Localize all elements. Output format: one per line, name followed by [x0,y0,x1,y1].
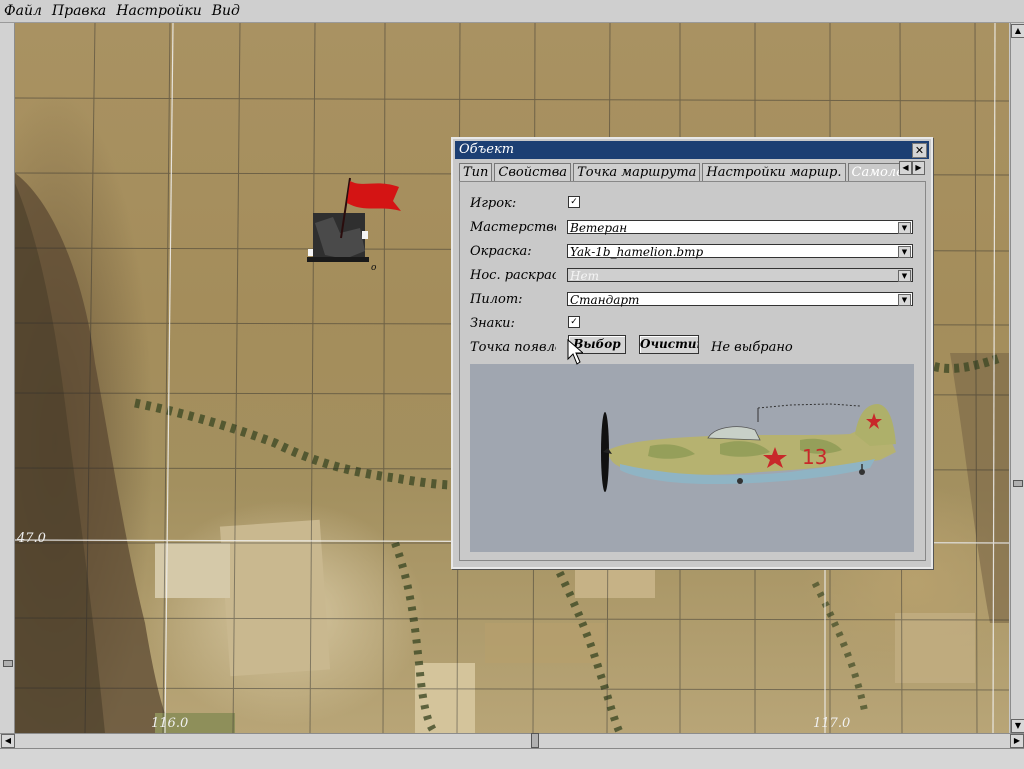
tab-route-settings[interactable]: Настройки маршр. [702,163,846,181]
tab-waypoint[interactable]: Точка маршрута [573,163,701,181]
aircraft-panel: Игрок: ✓ Мастерство: Ветеран ▼ Окраска: … [459,181,926,561]
player-checkbox[interactable]: ✓ [568,196,580,208]
scroll-left-arrow-icon[interactable]: ◀ [1,734,15,748]
object-dialog: Объект ✕ Тип Свойства Точка маршрута Нас… [451,137,933,569]
skill-value: Ветеран [570,221,628,235]
vertical-scroll-thumb-right[interactable] [1013,480,1023,487]
tail-number: 13 [802,445,827,469]
player-label: Игрок: [470,196,517,211]
grid-label-116: 116.0 [151,716,189,731]
nose-art-label: Нос. раскраска: [470,268,556,283]
menu-bar: Файл Правка Настройки Вид [0,0,1024,23]
scroll-up-arrow-icon[interactable]: ▲ [1011,24,1024,38]
horizontal-scroll-thumb[interactable] [531,733,539,748]
mouse-cursor-icon [567,339,583,365]
tab-type[interactable]: Тип [459,163,493,181]
svg-text:o: o [371,263,377,273]
vertical-scroll-thumb-left[interactable] [3,660,13,667]
close-icon[interactable]: ✕ [912,143,927,158]
aircraft-preview: 13 [470,364,914,552]
ground-object-icon [307,213,369,262]
menu-view[interactable]: Вид [212,3,240,19]
paint-value: Yak-1b_hamelion.bmp [570,245,704,259]
paint-select[interactable]: Yak-1b_hamelion.bmp ▼ [567,244,913,259]
scroll-right-arrow-icon[interactable]: ▶ [1010,734,1024,748]
vertical-scrollbar-left[interactable] [0,23,15,733]
chevron-down-icon[interactable]: ▼ [898,246,911,258]
menu-edit[interactable]: Правка [52,3,106,19]
paint-label: Окраска: [470,244,532,259]
chevron-down-icon: ▼ [898,270,911,282]
nose-art-value: Нет [570,269,599,283]
chevron-down-icon[interactable]: ▼ [898,222,911,234]
tab-scroll-left-icon[interactable]: ◀ [899,161,912,175]
status-bar [0,748,1024,769]
dialog-titlebar[interactable]: Объект ✕ [455,141,929,159]
pilot-select[interactable]: Стандарт ▼ [567,292,913,307]
grid-label-47: 47.0 [17,531,46,546]
spawn-point-label: Точка появления: [470,340,556,355]
clear-button[interactable]: Очистить [639,335,699,354]
pilot-value: Стандарт [570,293,640,307]
skill-label: Мастерство: [470,220,556,235]
scroll-down-arrow-icon[interactable]: ▼ [1011,719,1024,733]
pilot-label: Пилот: [470,292,523,307]
tab-aircraft[interactable]: Самолет [847,163,899,181]
menu-settings[interactable]: Настройки [116,3,201,19]
horizontal-scrollbar[interactable] [0,733,1024,748]
yak-aircraft-image: 13 [601,403,896,492]
grid-label-117: 117.0 [813,716,851,731]
vertical-scrollbar-right[interactable] [1010,23,1024,733]
chevron-down-icon[interactable]: ▼ [898,294,911,306]
menu-file[interactable]: Файл [4,3,42,19]
nose-art-select: Нет ▼ [567,268,913,283]
spawn-status: Не выбрано [711,340,793,355]
markings-label: Знаки: [470,316,515,331]
markings-checkbox[interactable]: ✓ [568,316,580,328]
skill-select[interactable]: Ветеран ▼ [567,220,913,235]
tab-scroll-right-icon[interactable]: ▶ [912,161,925,175]
dialog-title: Объект [459,142,515,157]
tab-properties[interactable]: Свойства [494,163,572,181]
dialog-tabs: Тип Свойства Точка маршрута Настройки ма… [459,163,899,181]
